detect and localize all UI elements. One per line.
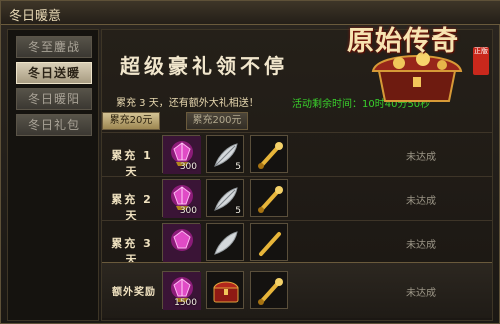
reward-slot[interactable] — [250, 223, 288, 261]
tab-recharge-200[interactable]: 累充200元 — [186, 112, 248, 130]
sidebar-item-winter-warmth[interactable]: 冬日送暖 — [16, 62, 92, 84]
sidebar-item-label: 冬日礼包 — [27, 118, 80, 132]
reward-slot[interactable]: 5 — [206, 135, 244, 173]
window-title: 冬日暖意 — [9, 9, 62, 24]
feather-icon — [214, 231, 238, 255]
logo-seal: 正版 — [473, 47, 489, 75]
subtitle: 累充 3 天，还有额外大礼相送！ — [116, 98, 259, 109]
bonus-row: 额外奖励 1500 未达成 — [102, 262, 492, 318]
status-badge: 未达成 — [406, 152, 436, 163]
reward-slot[interactable]: 300 — [162, 135, 201, 174]
row-label: 累充 3 天 — [111, 237, 153, 262]
reward-qty: 300 — [179, 206, 197, 216]
red-chest-icon — [213, 281, 239, 303]
table-row: 累充 2 天 300 5 未达成 — [102, 176, 492, 222]
game-logo: 原始传奇 正版 — [339, 5, 499, 115]
reward-slot[interactable] — [162, 223, 201, 262]
golden-scroll-icon — [258, 278, 283, 305]
tab-recharge-20[interactable]: 累充20元 — [102, 112, 160, 130]
reward-slot[interactable] — [250, 179, 288, 217]
row-label: 累充 1 天 — [111, 149, 153, 178]
reward-qty: 5 — [235, 206, 241, 216]
purple-gem-icon — [163, 224, 201, 262]
table-row: 累充 1 天 300 5 未达成 — [102, 132, 492, 178]
reward-qty: 300 — [179, 162, 197, 172]
reward-qty: 5 — [235, 162, 241, 172]
sidebar-item-label: 冬日送暖 — [27, 66, 80, 80]
reward-slot[interactable] — [250, 271, 288, 309]
reward-slot[interactable]: 1500 — [162, 271, 201, 310]
golden-scroll-icon — [258, 142, 283, 169]
tab-label: 累充20元 — [109, 115, 153, 126]
row-label: 累充 2 天 — [111, 193, 153, 222]
event-window: 冬日暖意 冬至鏖战 冬日送暖 冬日暖阳 冬日礼包 超级豪礼领不停 累充 3 天，… — [0, 0, 500, 324]
sidebar-item-label: 冬日暖阳 — [27, 92, 80, 106]
table-row: 累充 3 天 未达成 — [102, 220, 492, 262]
page-title: 超级豪礼领不停 — [120, 54, 288, 78]
golden-scroll-icon — [259, 232, 281, 256]
reward-qty: 1500 — [174, 298, 197, 308]
status-badge: 未达成 — [406, 196, 436, 207]
sidebar-item-winter-package[interactable]: 冬日礼包 — [16, 114, 92, 136]
sidebar-item-dongzhi-battle[interactable]: 冬至鏖战 — [16, 36, 92, 58]
status-badge: 未达成 — [406, 288, 436, 299]
bonus-label: 额外奖励 — [112, 287, 156, 298]
sidebar: 冬至鏖战 冬日送暖 冬日暖阳 冬日礼包 — [7, 29, 99, 321]
logo-text: 原始传奇 — [347, 26, 459, 57]
reward-slot[interactable]: 5 — [206, 179, 244, 217]
reward-slot[interactable] — [206, 223, 244, 261]
reward-slot[interactable] — [250, 135, 288, 173]
reward-slot[interactable] — [206, 271, 244, 309]
golden-scroll-icon — [258, 186, 283, 213]
sidebar-item-label: 冬至鏖战 — [27, 40, 80, 54]
tab-label: 累充200元 — [192, 115, 242, 126]
reward-slot[interactable]: 300 — [162, 179, 201, 218]
status-badge: 未达成 — [406, 240, 436, 251]
sidebar-item-winter-sun[interactable]: 冬日暖阳 — [16, 88, 92, 110]
